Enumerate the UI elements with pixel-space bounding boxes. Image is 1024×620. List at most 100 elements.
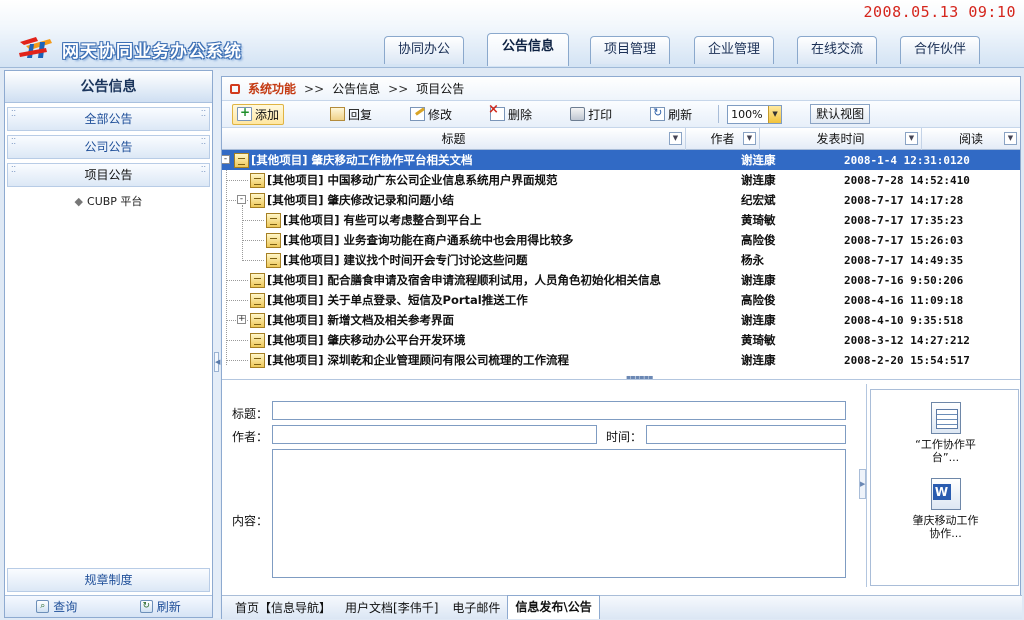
- row-title: [其他项目] 中国移动广东公司企业信息系统用户界面规范: [267, 173, 558, 187]
- sidebar-item-rules[interactable]: 规章制度: [7, 568, 210, 592]
- document-icon: [266, 232, 281, 248]
- table-row[interactable]: [其他项目] 建议找个时间开会专门讨论这些问题 杨永 2008-7-17 14:49…: [222, 250, 1020, 270]
- col-header-author[interactable]: 作者 ▼: [686, 128, 760, 150]
- table-row[interactable]: - [其他项目] 肇庆修改记录和问题小结 纪宏斌 2008-7-17 14:17:28: [222, 190, 1020, 210]
- row-author: 谢连康: [741, 153, 776, 167]
- document-icon: [234, 152, 249, 168]
- sidebar-item-label: 项目公告: [84, 168, 133, 182]
- expand-arrow-icon[interactable]: ▶: [859, 469, 866, 499]
- tab-projects[interactable]: 项目管理: [590, 36, 670, 64]
- table-row[interactable]: - [其他项目] 肇庆移动工作协作平台相关文档 谢连康 2008-1-4 12:31:…: [222, 150, 1020, 170]
- breadcrumb-root[interactable]: 系统功能: [248, 80, 296, 97]
- collapse-arrow-icon[interactable]: ◀: [214, 352, 220, 372]
- row-title: [其他项目] 新增文档及相关参考界面: [267, 313, 455, 327]
- tab-collaboration[interactable]: 协同办公: [384, 36, 464, 64]
- content-label: 内容：: [232, 514, 269, 528]
- table-row[interactable]: [其他项目] 配合膳食申请及宿舍申请流程顺利试用，人员角色初始化相关信息 谢连康 2…: [222, 270, 1020, 290]
- tab-info-publish[interactable]: 信息发布\公告: [507, 595, 600, 619]
- default-view-button[interactable]: 默认视图: [810, 104, 871, 124]
- tab-partners[interactable]: 合作伙伴: [900, 36, 980, 64]
- row-title-cell: [其他项目] 肇庆移动办公平台开发环境: [222, 330, 736, 350]
- author-field[interactable]: [272, 425, 597, 444]
- print-label: 打印: [588, 107, 613, 122]
- sidebar-splitter[interactable]: ◀: [213, 70, 220, 618]
- reply-button[interactable]: 回复: [326, 104, 376, 125]
- grip-dots-icon: ⁚⁚: [11, 109, 17, 118]
- refresh-button[interactable]: 刷新: [646, 104, 696, 125]
- row-title: [其他项目] 肇庆移动办公平台开发环境: [267, 333, 466, 347]
- edit-button[interactable]: 修改: [406, 104, 456, 125]
- document-icon: [250, 352, 265, 368]
- add-button[interactable]: 添加: [232, 103, 285, 125]
- col-header-title[interactable]: 标题 ▼: [222, 128, 686, 150]
- table-row[interactable]: + [其他项目] 新增文档及相关参考界面 谢连康 2008-4-10 9:35:518: [222, 310, 1020, 330]
- table-row[interactable]: [其他项目] 中国移动广东公司企业信息系统用户界面规范 谢连康 2008-7-28 …: [222, 170, 1020, 190]
- time-field[interactable]: [646, 425, 846, 444]
- row-title-cell: [其他项目] 业务查询功能在商户通系统中也会用得比较多: [222, 230, 736, 250]
- document-icon: [266, 252, 281, 268]
- tab-announcements[interactable]: 公告信息: [487, 33, 569, 66]
- zoom-select[interactable]: 100% ▼: [727, 104, 783, 124]
- row-author: 纪宏斌: [741, 193, 776, 207]
- row-author: 黄琦敏: [741, 213, 776, 227]
- row-author: 高险俊: [741, 293, 776, 307]
- breadcrumb: 系统功能 >> 公告信息 >> 项目公告: [222, 77, 1020, 101]
- row-title: [其他项目] 建议找个时间开会专门讨论这些问题: [283, 253, 528, 267]
- edit-label: 修改: [428, 107, 453, 122]
- row-title: [其他项目] 关于单点登录、短信及Portal推送工作: [267, 293, 528, 307]
- table-row[interactable]: [其他项目] 肇庆移动办公平台开发环境 黄琦敏 2008-3-12 14:27:21…: [222, 330, 1020, 350]
- chevron-down-icon[interactable]: ▼: [768, 105, 782, 123]
- chevron-down-icon[interactable]: ▼: [669, 132, 682, 145]
- row-time: 2008-7-17 14:49:35: [844, 253, 964, 267]
- main-panel: 系统功能 >> 公告信息 >> 项目公告 添加 回复 修改 删除 打印 刷新: [221, 76, 1022, 619]
- table-row[interactable]: [其他项目] 业务查询功能在商户通系统中也会用得比较多 高险俊 2008-7-17 …: [222, 230, 1020, 250]
- sidebar-footer: ⌕ 查询 ↻ 刷新: [5, 595, 212, 617]
- row-title: [其他项目] 配合膳食申请及宿舍申请流程顺利试用，人员角色初始化相关信息: [267, 273, 662, 287]
- expand-toggle-icon[interactable]: +: [237, 315, 246, 324]
- print-button[interactable]: 打印: [566, 104, 616, 125]
- attachment-item[interactable]: 肇庆移动工作协作...: [871, 478, 1020, 540]
- document-icon: [250, 272, 265, 288]
- tab-user-documents[interactable]: 用户文档[李伟千]: [338, 597, 445, 619]
- magnifier-icon: ⌕: [36, 600, 50, 613]
- row-time: 2008-7-16 9:50:206: [844, 273, 964, 287]
- title-field[interactable]: [272, 401, 846, 420]
- tab-email[interactable]: 电子邮件: [445, 597, 507, 619]
- col-header-read[interactable]: 阅读 ▼: [922, 128, 1020, 150]
- table-row[interactable]: [其他项目] 深圳乾和企业管理顾问有限公司梳理的工作流程 谢连康 2008-2-20…: [222, 350, 1020, 370]
- row-time: 2008-7-17 15:26:03: [844, 233, 964, 247]
- sidebar-item-project[interactable]: ⁚⁚ 项目公告 ⁚⁚: [7, 163, 210, 187]
- row-title: [其他项目] 肇庆修改记录和问题小结: [267, 193, 455, 207]
- tab-home-navigation[interactable]: 首页【信息导航】: [228, 597, 338, 619]
- table-row[interactable]: [其他项目] 关于单点登录、短信及Portal推送工作 高险俊 2008-4-16 …: [222, 290, 1020, 310]
- chevron-down-icon[interactable]: ▼: [1004, 132, 1017, 145]
- sidebar-item-company[interactable]: ⁚⁚ 公司公告 ⁚⁚: [7, 135, 210, 159]
- content-field[interactable]: [272, 449, 846, 578]
- attachment-name: 肇庆移动工作协作...: [912, 514, 979, 540]
- attachment-item[interactable]: “工作协作平台”...: [871, 402, 1020, 464]
- col-header-label: 阅读: [958, 132, 983, 146]
- sidebar-item-all[interactable]: ⁚⁚ 全部公告 ⁚⁚: [7, 107, 210, 131]
- sidebar-title: 公告信息: [5, 71, 212, 103]
- document-icon: [250, 312, 265, 328]
- sidebar-refresh-button[interactable]: ↻ 刷新: [139, 598, 181, 615]
- grid-rows: - [其他项目] 肇庆移动工作协作平台相关文档 谢连康 2008-1-4 12:31:…: [222, 150, 1020, 370]
- collapse-toggle-icon[interactable]: -: [222, 155, 230, 164]
- query-button[interactable]: ⌕ 查询: [36, 598, 77, 615]
- chevron-down-icon[interactable]: ▼: [905, 132, 918, 145]
- tab-enterprise[interactable]: 企业管理: [694, 36, 774, 64]
- toolbar-divider: [718, 105, 720, 123]
- row-time: 2008-7-28 14:52:410: [844, 173, 970, 187]
- chevron-down-icon[interactable]: ▼: [743, 132, 756, 145]
- app-title: 网天协同业务办公系统: [62, 42, 242, 62]
- collapse-toggle-icon[interactable]: -: [237, 195, 246, 204]
- tab-online-chat[interactable]: 在线交流: [797, 36, 877, 64]
- row-time: 2008-7-17 14:17:28: [844, 193, 964, 207]
- resize-grip-icon[interactable]: ▪▪▪▪▪▪: [626, 373, 654, 379]
- table-row[interactable]: [其他项目] 有些可以考虑整合到平台上 黄琦敏 2008-7-17 17:35:23: [222, 210, 1020, 230]
- document-icon: [250, 292, 265, 308]
- sidebar-subitem-cubp[interactable]: ◆ CUBP 平台: [5, 193, 212, 209]
- breadcrumb-level1[interactable]: 公告信息: [332, 80, 380, 97]
- col-header-time[interactable]: 发表时间 ▼: [760, 128, 922, 150]
- delete-button[interactable]: 删除: [486, 102, 536, 125]
